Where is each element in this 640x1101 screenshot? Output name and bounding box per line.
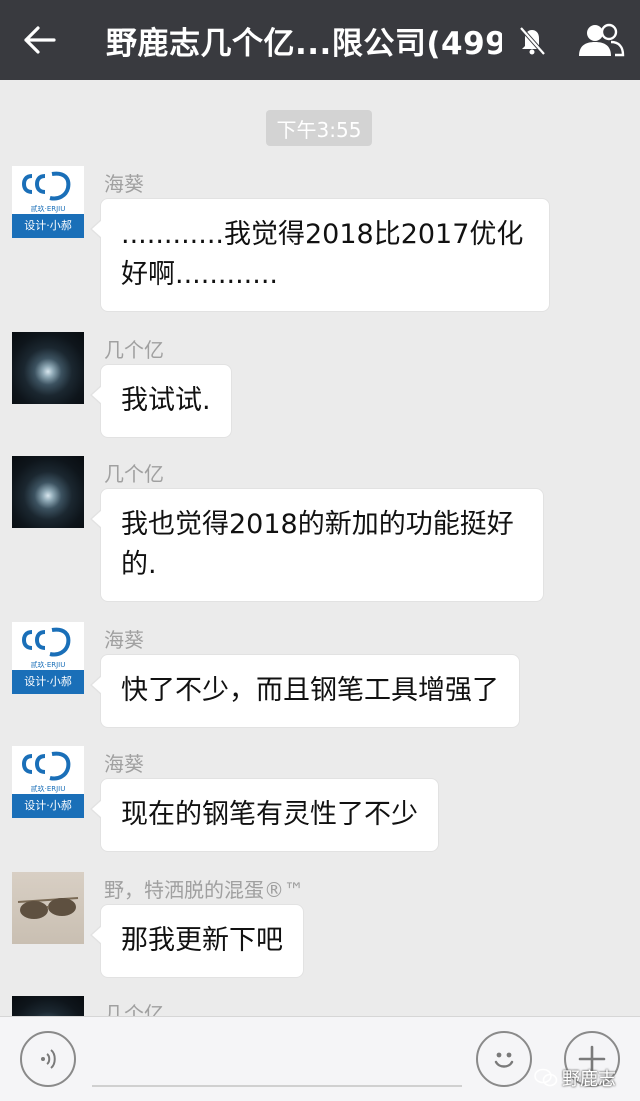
message-bubble[interactable]: ............我觉得2018比2017优化好啊............ [90,198,550,312]
sender-name: 海葵 [104,628,144,652]
chat-header: 野鹿志几个亿...限公司(499) [0,0,640,80]
avatar[interactable] [12,456,84,528]
sender-name: 海葵 [104,752,144,776]
watermark-text: 野鹿志 [562,1069,616,1090]
emoji-button[interactable] [476,1031,532,1087]
watermark: 野鹿志 [534,1065,616,1091]
sender-name: 几个亿 [104,1002,164,1016]
chat-title: 野鹿志几个亿...限公司(499) [106,25,502,62]
message-bubble[interactable]: 现在的钢笔有灵性了不少 [90,778,439,852]
input-bar: 野鹿志 [0,1016,640,1101]
message-input[interactable] [92,1031,462,1087]
arrow-left-icon [24,26,56,54]
message-bubble[interactable]: 我也觉得2018的新加的功能挺好的. [90,488,544,602]
smiley-icon [494,1052,514,1068]
sender-name: 海葵 [104,172,144,196]
bell-off-icon [502,0,562,80]
voice-wave-icon [41,1049,56,1069]
sender-name: 几个亿 [104,338,164,362]
sender-name: 野，特洒脱的混蛋®™ [104,878,304,902]
sender-name: 几个亿 [104,462,164,486]
back-button[interactable] [0,0,80,80]
wechat-icon [534,1068,558,1087]
avatar[interactable] [12,996,84,1016]
message-bubble[interactable]: 那我更新下吧 [90,904,304,978]
timestamp-badge: 下午3:55 [266,110,372,146]
avatar[interactable]: 贰玖·ERJIU 设计·小郝 [12,746,84,818]
message-bubble[interactable]: 我试试. [90,364,232,438]
avatar[interactable] [12,872,84,944]
avatar[interactable] [12,332,84,404]
group-members-button[interactable] [562,0,640,80]
avatar[interactable]: 贰玖·ERJIU 设计·小郝 [12,622,84,694]
group-people-icon [579,23,625,57]
voice-button[interactable] [20,1031,76,1087]
message-list[interactable]: 下午3:55 贰玖·ERJIU 设计·小郝 海葵 ............我觉得… [0,80,640,1016]
avatar[interactable]: 贰玖·ERJIU 设计·小郝 [12,166,84,238]
message-bubble[interactable]: 快了不少，而且钢笔工具增强了 [90,654,520,728]
